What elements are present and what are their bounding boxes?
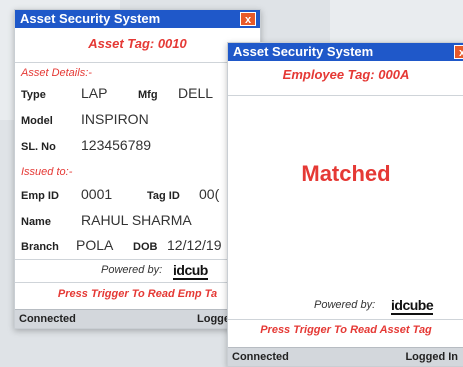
status-bar: Connected Logged In <box>228 347 463 366</box>
divider <box>15 62 260 63</box>
mfg-label: Mfg <box>138 89 158 101</box>
idcube-logo: idcub <box>173 262 208 280</box>
divider <box>228 319 463 320</box>
status-bar: Connected Logged <box>15 309 260 328</box>
employee-window: Asset Security System x Employee Tag: 00… <box>227 42 463 367</box>
login-status: Logged In <box>405 351 458 363</box>
divider <box>15 282 260 283</box>
employee-tag-title: Employee Tag: 000A <box>282 67 410 82</box>
model-label: Model <box>21 115 53 127</box>
powered-by-label: Powered by: <box>314 299 376 311</box>
employee-window-titlebar: Asset Security System x <box>228 43 463 61</box>
press-trigger-message: Press Trigger To Read Emp Ta <box>57 288 218 300</box>
close-button[interactable]: x <box>454 45 463 59</box>
serial-number-label: SL. No <box>21 141 56 153</box>
type-value: LAP <box>81 85 108 101</box>
serial-number-value: 123456789 <box>81 137 152 153</box>
type-label: Type <box>21 89 46 101</box>
asset-window-title: Asset Security System <box>20 11 161 26</box>
issued-to-label: Issued to:- <box>21 166 73 178</box>
match-result: Matched <box>301 161 391 186</box>
asset-window: Asset Security System x Asset Tag: 0010 … <box>14 9 261 329</box>
mfg-value: DELL <box>178 85 214 101</box>
connection-status: Connected <box>19 313 76 325</box>
divider <box>228 95 463 96</box>
branch-label: Branch <box>21 241 59 253</box>
close-button[interactable]: x <box>240 12 256 26</box>
branch-value: POLA <box>76 237 114 253</box>
employee-window-title: Asset Security System <box>233 44 374 59</box>
divider <box>15 259 260 260</box>
powered-by-label: Powered by: <box>101 264 163 276</box>
asset-details-label: Asset Details:- <box>21 67 92 79</box>
tag-id-label: Tag ID <box>147 190 180 202</box>
asset-window-titlebar: Asset Security System x <box>15 10 260 28</box>
dob-value: 12/12/19 <box>167 237 222 253</box>
name-value: RAHUL SHARMA <box>81 212 192 228</box>
model-value: INSPIRON <box>81 111 149 127</box>
name-label: Name <box>21 216 51 228</box>
idcube-logo: idcube <box>391 297 434 315</box>
asset-tag-title: Asset Tag: 0010 <box>88 36 187 51</box>
dob-label: DOB <box>133 241 158 253</box>
press-trigger-message: Press Trigger To Read Asset Tag <box>260 324 432 336</box>
emp-id-value: 0001 <box>81 186 113 202</box>
connection-status: Connected <box>232 351 289 363</box>
tag-id-value: 00( <box>199 186 220 202</box>
emp-id-label: Emp ID <box>21 190 59 202</box>
